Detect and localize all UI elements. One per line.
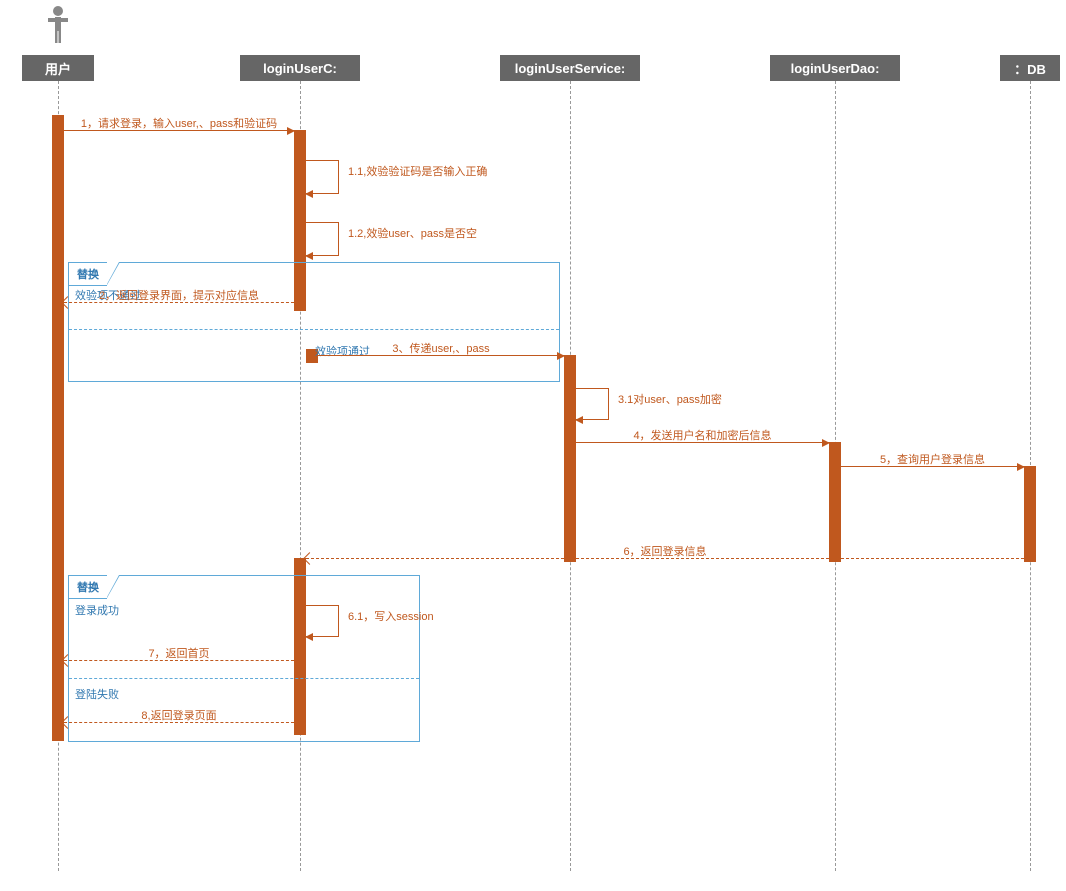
message-label: 7，返回首页 <box>64 645 294 661</box>
message-label: 1.1,效验验证码是否输入正确 <box>348 163 487 179</box>
message-m5: 5，查询用户登录信息 <box>841 466 1024 468</box>
message-label: 1.2,效验user、pass是否空 <box>348 225 477 241</box>
participant-user: 用户 <box>22 55 94 81</box>
arrow-icon <box>305 633 313 641</box>
arrow-icon <box>305 190 313 198</box>
message-label: 1，请求登录，输入user,、pass和验证码 <box>64 115 294 131</box>
participant-db: ：DB <box>1000 55 1060 81</box>
fragment-divider <box>69 678 419 679</box>
message-label: 3、传递user,、pass <box>318 340 564 356</box>
activation-0 <box>52 115 64 741</box>
arrow-icon <box>822 439 830 447</box>
message-label: 4，发送用户名和加密后信息 <box>576 427 829 443</box>
self-message-s31: 3.1对user、pass加密 <box>576 388 609 420</box>
message-m3: 3、传递user,、pass <box>318 355 564 357</box>
participant-svc: loginUserService: <box>500 55 640 81</box>
message-label: 2，返回登录界面，提示对应信息 <box>64 287 294 303</box>
sequence-diagram: 用户 loginUserC: loginUserService: loginUserD… <box>0 0 1066 891</box>
fragment-divider <box>69 329 559 330</box>
fragment-guard: 登陆失败 <box>75 686 119 702</box>
message-m4: 4，发送用户名和加密后信息 <box>576 442 829 444</box>
self-message-s61: 6.1，写入session <box>306 605 339 637</box>
message-m6: 6，返回登录信息 <box>306 558 1024 560</box>
message-m1: 1，请求登录，输入user,、pass和验证码 <box>64 130 294 132</box>
message-label: 5，查询用户登录信息 <box>841 451 1024 467</box>
arrow-icon <box>557 352 565 360</box>
fragment-f1: 替换效验项不通过效验项通过 <box>68 262 560 382</box>
arrow-icon <box>305 252 313 260</box>
self-message-s11: 1.1,效验验证码是否输入正确 <box>306 160 339 194</box>
arrow-icon <box>287 127 295 135</box>
arrow-icon <box>1017 463 1025 471</box>
fragment-guard: 登录成功 <box>75 602 119 618</box>
message-label: 3.1对user、pass加密 <box>618 391 722 407</box>
activation-3 <box>564 355 576 562</box>
self-message-s12: 1.2,效验user、pass是否空 <box>306 222 339 256</box>
participant-ctrl: loginUserC: <box>240 55 360 81</box>
message-label: 8,返回登录页面 <box>64 707 294 723</box>
message-m7: 7，返回首页 <box>64 660 294 662</box>
message-m8: 8,返回登录页面 <box>64 722 294 724</box>
message-label: 6，返回登录信息 <box>306 543 1024 559</box>
activation-5 <box>1024 466 1036 562</box>
actor-icon <box>46 5 70 45</box>
arrow-icon <box>575 416 583 424</box>
message-m2: 2，返回登录界面，提示对应信息 <box>64 302 294 304</box>
fragment-label: 替换 <box>68 575 107 599</box>
message-label: 6.1，写入session <box>348 608 434 624</box>
fragment-label: 替换 <box>68 262 107 286</box>
participant-dao: loginUserDao: <box>770 55 900 81</box>
